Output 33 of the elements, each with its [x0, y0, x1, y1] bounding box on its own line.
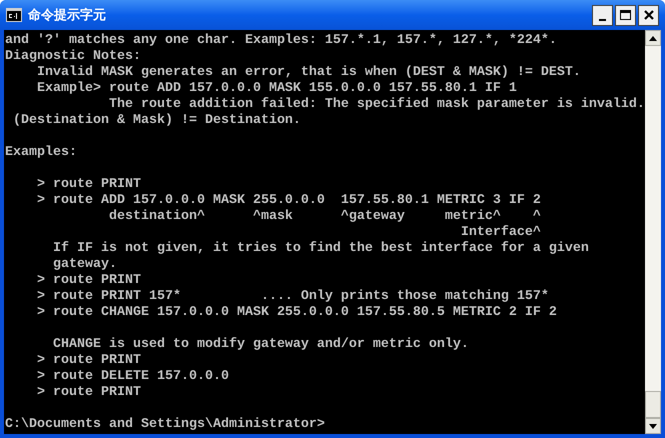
scroll-up-button[interactable]	[645, 30, 661, 46]
console-line: gateway.	[52, 257, 117, 273]
scrollbar[interactable]	[645, 30, 661, 434]
console-line: > route PRINT	[36, 385, 141, 401]
console-line: If IF is not given, it tries to find the best interface for a given	[52, 241, 589, 257]
console-line: > route DELETE 157.0.0.0	[36, 369, 229, 385]
down-arrow-icon	[649, 424, 657, 428]
maximize-button[interactable]	[615, 4, 636, 26]
scroll-thumb[interactable]	[645, 391, 661, 418]
console-line: Examples:	[5, 145, 77, 161]
console-line: and '?' matches any one char. Examples: 157.*.1, 157.*, 127.*, *224*.	[5, 33, 557, 49]
console-line: destination^ ^mask ^gateway metric^ ^	[108, 209, 541, 225]
console-line: The route addition failed: The specified mask parameter is invalid.	[108, 97, 645, 113]
console-line: > route PRINT 157* .... Only prints those matching 157*	[36, 289, 549, 305]
console-line: Diagnostic Notes:	[5, 49, 141, 65]
console-icon	[6, 8, 22, 22]
up-arrow-icon	[649, 36, 657, 40]
console-line: Interface^	[460, 225, 541, 241]
close-icon	[644, 10, 654, 20]
window-title: 命令提示字元	[28, 6, 107, 24]
command-prompt: C:\Documents and Settings\Administrator>	[5, 417, 325, 433]
console-line: > route ADD 157.0.0.0 MASK 255.0.0.0 157.55.80.1 METRIC 3 IF 2	[36, 193, 541, 209]
console-line: > route PRINT	[36, 177, 141, 193]
scroll-down-button[interactable]	[645, 418, 661, 434]
console-line: > route CHANGE 157.0.0.0 MASK 255.0.0.0 157.55.80.5 METRIC 2 IF 2	[36, 305, 557, 321]
console-line: Example> route ADD 157.0.0.0 MASK 155.0.0.0 157.55.80.1 IF 1	[36, 81, 517, 97]
minimize-button[interactable]	[592, 4, 613, 26]
close-button[interactable]	[638, 4, 659, 26]
console-line: CHANGE is used to modify gateway and/or metric only.	[52, 337, 469, 353]
console-line: > route PRINT	[36, 273, 141, 289]
console-line: Invalid MASK generates an error, that is when (DEST & MASK) != DEST.	[36, 65, 581, 81]
console-line: > route PRINT	[36, 353, 141, 369]
console-line: (Destination & Mask) != Destination.	[12, 113, 301, 129]
